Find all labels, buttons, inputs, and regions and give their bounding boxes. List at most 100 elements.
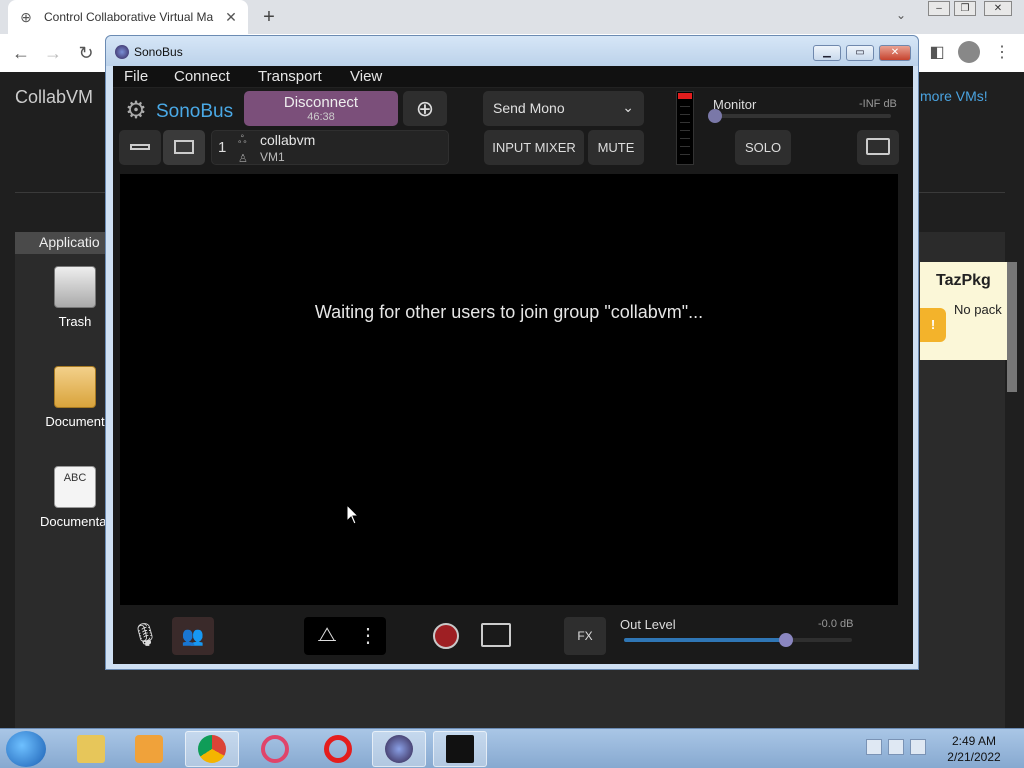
menu-file[interactable]: File	[124, 68, 148, 85]
menu-view[interactable]: View	[350, 68, 382, 85]
bottom-bar: 🎙 👥 ⧍ ⋮ FX Out Level -0.0 dB	[113, 613, 913, 664]
out-level-label: Out Level	[620, 617, 676, 632]
globe-icon[interactable]: ⊕	[403, 91, 447, 126]
globe-icon: ⊕	[20, 9, 32, 25]
microphone-icon[interactable]: 🎙	[131, 622, 159, 652]
input-meter	[676, 91, 694, 165]
more-vms-link[interactable]: more VMs!	[920, 88, 988, 104]
minimize-button[interactable]: ▁	[813, 45, 841, 61]
volume-icon[interactable]	[910, 739, 926, 755]
out-level-db: -0.0 dB	[818, 618, 854, 630]
tazpkg-notification[interactable]: TazPkg ! No pack	[920, 262, 1007, 360]
clock-date: 2/21/2022	[947, 750, 1001, 764]
reload-icon[interactable]: ↻	[75, 42, 97, 64]
chrome-taskbar-icon[interactable]	[185, 731, 239, 767]
chevron-down-icon[interactable]: ⌄	[896, 8, 906, 22]
sonobus-taskbar-icon[interactable]	[372, 731, 426, 767]
system-tray	[866, 739, 926, 755]
out-level-knob[interactable]	[778, 633, 793, 647]
menu-connect[interactable]: Connect	[174, 68, 230, 85]
start-button[interactable]	[6, 731, 46, 767]
close-button[interactable]: ✕	[879, 45, 911, 61]
tab-title: Control Collaborative Virtual Ma	[44, 10, 214, 24]
maximize-button[interactable]: ▭	[846, 45, 874, 61]
more-menu-icon[interactable]: ⋮	[990, 41, 1014, 65]
menu-transport[interactable]: Transport	[258, 68, 322, 85]
window-title: SonoBus	[134, 45, 183, 59]
people-icon[interactable]: 👥	[172, 617, 214, 655]
group-count: 1	[218, 139, 227, 156]
send-mode-value: Send Mono	[493, 100, 565, 116]
opera-taskbar-icon[interactable]	[311, 731, 365, 767]
user-name: VM1	[260, 150, 285, 164]
folder-icon	[54, 366, 96, 408]
browser-tab[interactable]: ⊕ Control Collaborative Virtual Ma ✕	[8, 0, 248, 34]
mute-button[interactable]: MUTE	[588, 130, 644, 165]
system-clock[interactable]: 2:49 AM 2/21/2022	[938, 733, 1010, 765]
close-tab-icon[interactable]: ✕	[224, 9, 238, 26]
icon-glyph: ABC	[63, 472, 87, 484]
tazpkg-text: No pack	[954, 302, 1002, 317]
layout-split-button[interactable]	[163, 130, 205, 165]
site-title[interactable]: CollabVM	[15, 87, 93, 108]
sonobus-window: SonoBus ▁ ▭ ✕ File Connect Transport Vie…	[105, 35, 919, 670]
explorer-taskbar-icon[interactable]	[64, 731, 118, 767]
record-button[interactable]	[433, 623, 459, 649]
minimize-icon[interactable]: –	[928, 1, 950, 16]
layout-single-button[interactable]	[119, 130, 161, 165]
folder-icon[interactable]	[481, 623, 511, 647]
scrollbar[interactable]	[1007, 262, 1017, 392]
disconnect-label: Disconnect	[283, 94, 359, 111]
meter-peak	[678, 93, 692, 99]
windows-taskbar: 2:49 AM 2/21/2022	[0, 728, 1024, 768]
chat-icon[interactable]	[857, 130, 899, 165]
window-titlebar[interactable]: SonoBus ▁ ▭ ✕	[106, 36, 918, 66]
network-icon[interactable]	[888, 739, 904, 755]
opera-gx-taskbar-icon[interactable]	[248, 731, 302, 767]
out-level-fill	[624, 638, 786, 642]
monitor-slider-knob[interactable]	[708, 109, 722, 123]
peers-area: Waiting for other users to join group "c…	[120, 174, 898, 605]
action-center-icon[interactable]	[866, 739, 882, 755]
tazpkg-title: TazPkg	[936, 272, 991, 289]
back-icon[interactable]: ←	[10, 42, 32, 64]
warning-icon: !	[920, 308, 946, 342]
menu-bar: File Connect Transport View	[113, 66, 913, 88]
new-tab-button[interactable]: +	[258, 6, 280, 29]
profile-avatar[interactable]	[958, 41, 980, 63]
restore-icon[interactable]: ❐	[954, 1, 976, 16]
disconnect-button[interactable]: Disconnect 46:38	[244, 91, 398, 126]
sidepanel-icon[interactable]: ◧	[925, 41, 949, 65]
group-name: collabvm	[260, 132, 316, 148]
mouse-cursor	[346, 504, 360, 525]
solo-button[interactable]: SOLO	[735, 130, 791, 165]
monitor-slider[interactable]	[715, 114, 891, 118]
media-player-taskbar-icon[interactable]	[122, 731, 176, 767]
close-icon[interactable]: ✕	[984, 1, 1012, 16]
browser-tabbar: ⊕ Control Collaborative Virtual Ma ✕ + ⌄…	[0, 0, 1024, 34]
sonobus-main: ⚙ SonoBus Disconnect 46:38 ⊕ Send Mono ⌄…	[113, 88, 913, 664]
waiting-message: Waiting for other users to join group "c…	[314, 302, 704, 322]
fx-button[interactable]: FX	[564, 617, 606, 655]
session-time: 46:38	[307, 111, 335, 123]
gear-icon[interactable]: ⚙	[123, 98, 149, 124]
brand-label: SonoBus	[156, 101, 234, 122]
input-mixer-button[interactable]: INPUT MIXER	[484, 130, 584, 165]
group-icon: ஃ	[238, 134, 247, 146]
clock-time: 2:49 AM	[951, 734, 997, 748]
sonobus-logo-icon	[115, 45, 129, 59]
terminal-taskbar-icon[interactable]	[433, 731, 487, 767]
applications-menu[interactable]: Applicatio	[15, 232, 110, 254]
group-info[interactable]: 1 ஃ collabvm ♙ VM1	[211, 130, 449, 165]
trash-icon	[54, 266, 96, 308]
forward-icon[interactable]: →	[42, 42, 64, 64]
more-options-icon[interactable]: ⋮	[358, 623, 378, 649]
sonobus-client: File Connect Transport View ⚙ SonoBus Di…	[113, 66, 913, 664]
metronome-icon[interactable]: ⧍	[316, 624, 338, 648]
spellcheck-icon: ABC	[54, 466, 96, 508]
user-icon: ♙	[238, 153, 248, 165]
monitor-db: -INF dB	[859, 98, 897, 110]
chevron-down-icon: ⌄	[622, 99, 634, 115]
metronome-panel: ⧍ ⋮	[304, 617, 386, 655]
send-mode-select[interactable]: Send Mono ⌄	[483, 91, 644, 126]
